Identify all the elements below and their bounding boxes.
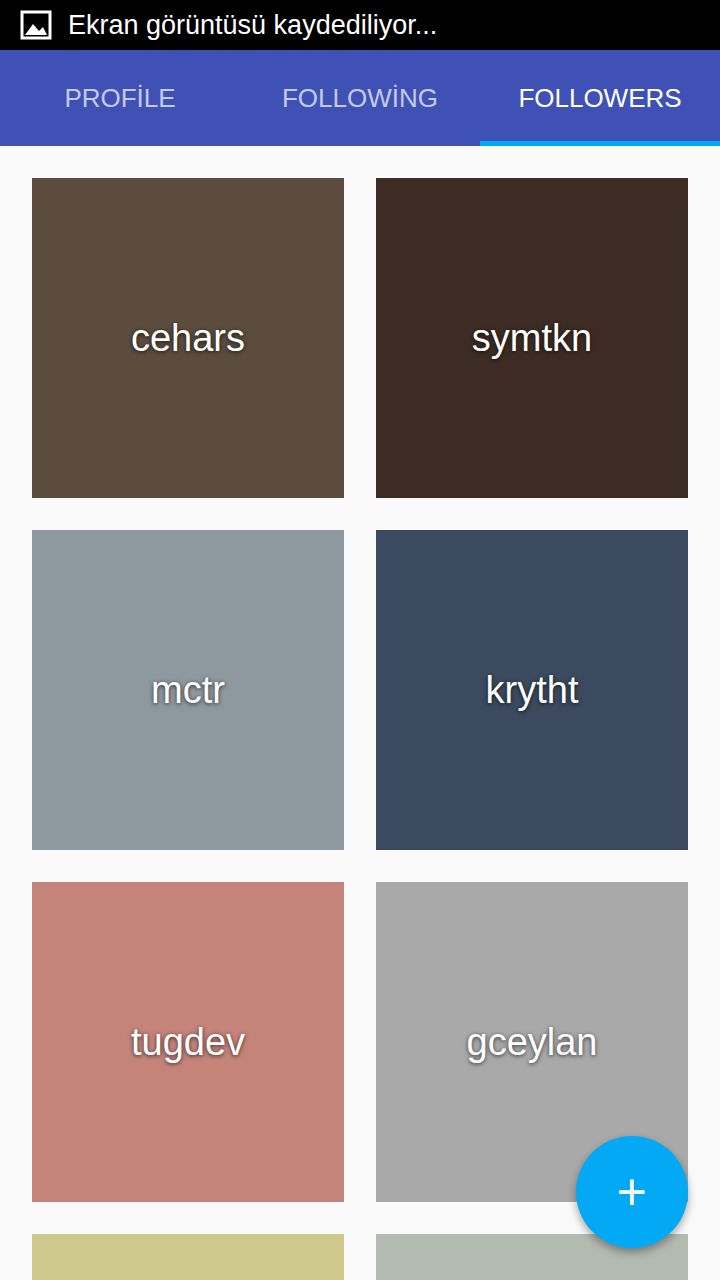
- follower-name: mctr: [151, 669, 225, 712]
- follower-card[interactable]: mctr: [32, 530, 344, 850]
- follower-name: tugdev: [131, 1021, 245, 1064]
- tab[interactable]: FOLLOWERS: [480, 50, 720, 146]
- tab-label: PROFİLE: [64, 83, 175, 114]
- tab-bar: PROFİLE FOLLOWİNG FOLLOWERS: [0, 50, 720, 146]
- status-bar: Ekran görüntüsü kaydediliyor...: [0, 0, 720, 50]
- screen: Ekran görüntüsü kaydediliyor... PROFİLE FO…: [0, 0, 720, 1280]
- follower-card[interactable]: krytht: [376, 530, 688, 850]
- follower-card[interactable]: cehars: [32, 178, 344, 498]
- follower-card[interactable]: [32, 1234, 344, 1280]
- tab-label: FOLLOWERS: [518, 83, 681, 114]
- plus-icon: +: [617, 1166, 647, 1218]
- add-button[interactable]: +: [576, 1136, 688, 1248]
- tab[interactable]: PROFİLE: [0, 50, 240, 146]
- tab-label: FOLLOWİNG: [282, 83, 438, 114]
- followers-grid: cehars symtkn mctr krytht tugdev gceylan: [0, 146, 720, 1280]
- follower-name: gceylan: [467, 1021, 598, 1064]
- follower-name: symtkn: [472, 317, 592, 360]
- follower-name: cehars: [131, 317, 245, 360]
- gallery-icon: [20, 10, 52, 40]
- follower-card[interactable]: symtkn: [376, 178, 688, 498]
- follower-card[interactable]: tugdev: [32, 882, 344, 1202]
- tab[interactable]: FOLLOWİNG: [240, 50, 480, 146]
- status-text: Ekran görüntüsü kaydediliyor...: [68, 10, 437, 41]
- follower-name: krytht: [486, 669, 579, 712]
